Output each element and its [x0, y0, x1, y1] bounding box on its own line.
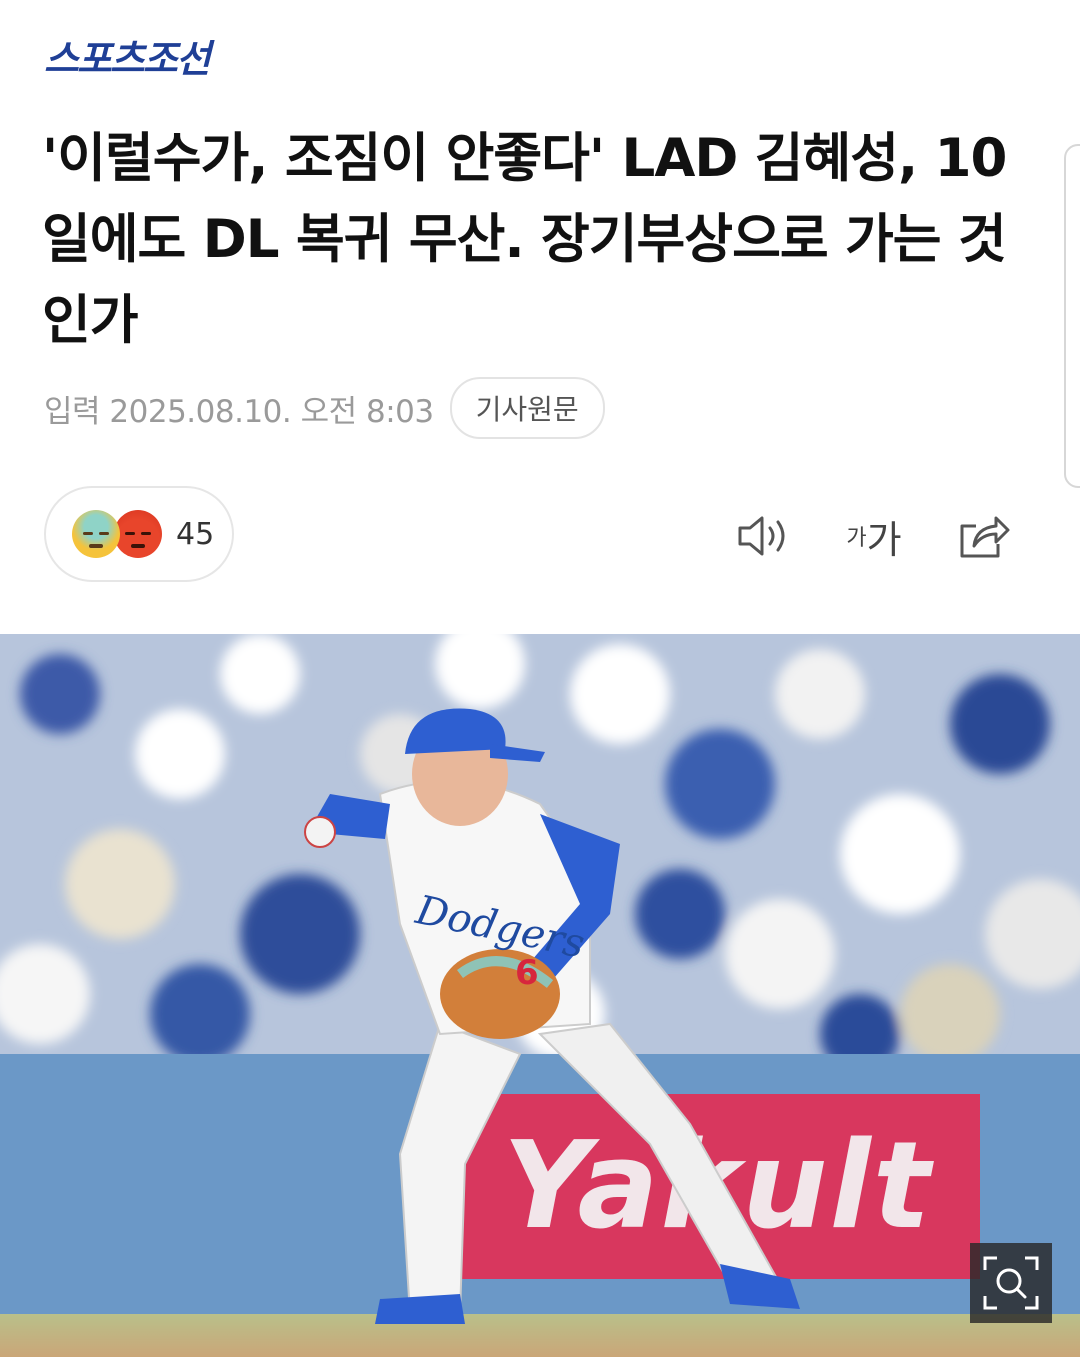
- jersey-number: 6: [515, 953, 539, 993]
- site-logo[interactable]: 스포츠조선: [44, 28, 211, 83]
- photo-zoom-button[interactable]: [970, 1243, 1052, 1323]
- publish-date: 입력 2025.08.10. 오전 8:03: [44, 393, 434, 430]
- font-size-small-label: 가: [846, 526, 867, 551]
- share-button[interactable]: [954, 508, 1014, 564]
- scrollbar[interactable]: [1064, 144, 1080, 488]
- baseball-player: Dodgers 6: [304, 708, 800, 1324]
- reaction-count: 45: [176, 516, 215, 552]
- article-photo[interactable]: Yakult Dodgers 6: [0, 634, 1080, 1357]
- zoom-search-icon: [983, 1256, 1039, 1310]
- font-size-big-label: 가: [866, 517, 902, 562]
- article-meta: 입력 2025.08.10. 오전 8:03 기사원문: [44, 377, 605, 439]
- font-size-button[interactable]: 가 가: [844, 508, 904, 564]
- angry-emoji-icon: [114, 510, 162, 558]
- share-icon: [960, 516, 1010, 558]
- sad-sweat-emoji-icon: [72, 510, 120, 558]
- speaker-icon: [738, 516, 785, 556]
- article-toolbar: 가 가: [734, 508, 1014, 564]
- text-to-speech-button[interactable]: [734, 508, 794, 564]
- original-article-button[interactable]: 기사원문: [449, 377, 605, 439]
- reaction-button[interactable]: 45: [44, 486, 234, 582]
- article-title: '이럴수가, 조짐이 안좋다' LAD 김혜성, 10일에도 DL 복귀 무산.…: [42, 128, 1007, 351]
